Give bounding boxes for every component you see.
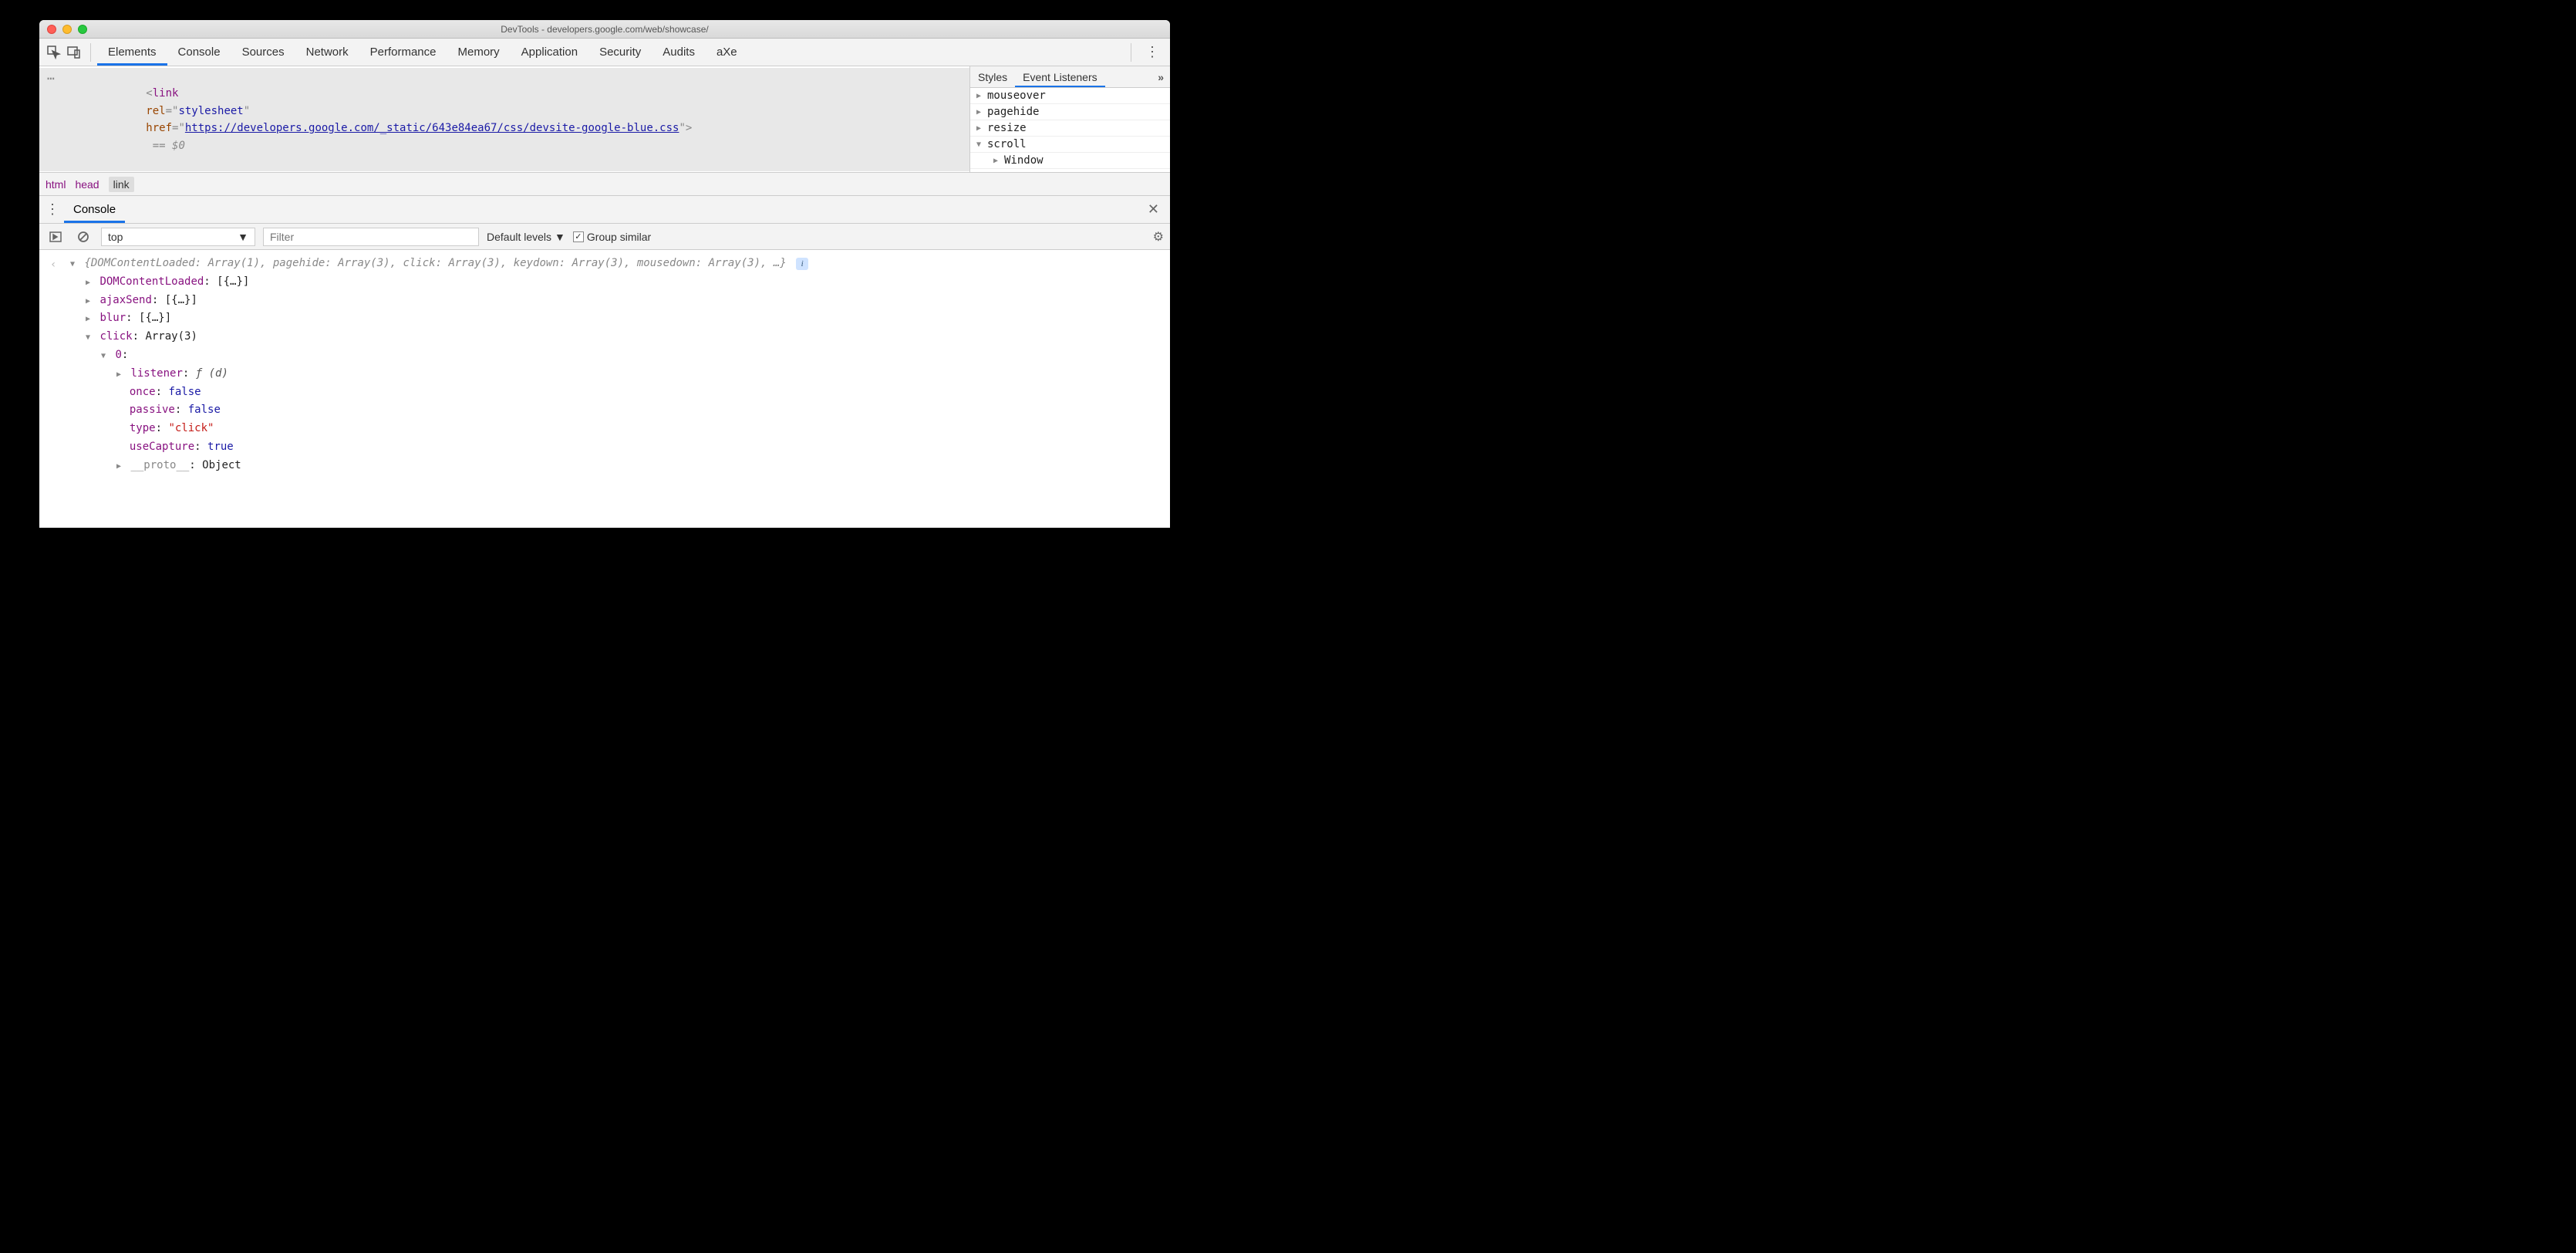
console-output[interactable]: ‹ ▼ {DOMContentLoaded: Array(1), pagehid…: [39, 250, 1170, 528]
chevron-down-icon: ▼: [238, 231, 248, 243]
tab-sources[interactable]: Sources: [231, 39, 295, 66]
event-item-pagehide[interactable]: ▶pagehide: [970, 104, 1170, 120]
tab-application[interactable]: Application: [511, 39, 588, 66]
sidebar-more-icon[interactable]: »: [1151, 71, 1170, 83]
checkbox-icon: ✓: [573, 231, 584, 242]
tab-performance[interactable]: Performance: [359, 39, 447, 66]
console-row-index[interactable]: ▼ 0:: [70, 346, 1162, 365]
console-row[interactable]: ▶ ajaxSend: [{…}]: [70, 292, 1162, 310]
console-row-type: type: "click": [70, 420, 1162, 438]
inspect-icon[interactable]: [44, 42, 64, 62]
info-icon[interactable]: i: [796, 258, 808, 270]
filter-input[interactable]: [263, 228, 479, 246]
crumb-head[interactable]: head: [75, 178, 99, 191]
group-similar-checkbox[interactable]: ✓ Group similar: [573, 231, 651, 243]
elements-row: ⋯ <link rel="stylesheet" href="https://d…: [39, 66, 1170, 173]
dom-node-selected[interactable]: <link rel="stylesheet" href="https://dev…: [39, 68, 969, 171]
event-item-mouseover[interactable]: ▶mouseover: [970, 88, 1170, 104]
console-object-summary[interactable]: ▼ {DOMContentLoaded: Array(1), pagehide:…: [70, 255, 1162, 273]
event-item-scroll[interactable]: ▼scroll: [970, 137, 1170, 153]
tab-audits[interactable]: Audits: [652, 39, 706, 66]
tab-axe[interactable]: aXe: [706, 39, 748, 66]
sidebar-tab-styles[interactable]: Styles: [970, 66, 1015, 87]
console-row-proto[interactable]: ▶ __proto__: Object: [70, 457, 1162, 475]
tab-memory[interactable]: Memory: [447, 39, 511, 66]
crumb-html[interactable]: html: [46, 178, 66, 191]
tab-network[interactable]: Network: [295, 39, 359, 66]
event-listener-list: ▶mouseover ▶pagehide ▶resize ▼scroll ▶Wi…: [970, 88, 1170, 169]
collapse-icon[interactable]: ⋯: [47, 71, 55, 86]
console-row-listener[interactable]: ▶ listener: ƒ (d): [70, 365, 1162, 383]
sidebar-tab-event-listeners[interactable]: Event Listeners: [1015, 66, 1105, 87]
console-row-usecapture: useCapture: true: [70, 438, 1162, 457]
tab-elements[interactable]: Elements: [97, 39, 167, 66]
console-row-once: once: false: [70, 383, 1162, 402]
toolbar-separator: [90, 43, 91, 62]
group-similar-label: Group similar: [587, 231, 651, 243]
device-toggle-icon[interactable]: [64, 42, 84, 62]
main-toolbar: Elements Console Sources Network Perform…: [39, 39, 1170, 66]
sidebar-tabs: Styles Event Listeners »: [970, 66, 1170, 88]
clear-console-icon[interactable]: [73, 227, 93, 247]
context-value: top: [108, 231, 123, 243]
tab-security[interactable]: Security: [588, 39, 652, 66]
kebab-menu-icon[interactable]: ⋮: [1138, 44, 1165, 60]
execution-context-icon[interactable]: [46, 227, 66, 247]
context-selector[interactable]: top ▼: [101, 228, 255, 246]
dom-node[interactable]: <link rel="search" type="application/ope…: [39, 171, 969, 172]
tab-console[interactable]: Console: [167, 39, 231, 66]
gear-icon[interactable]: ⚙: [1153, 229, 1164, 245]
event-item-window[interactable]: ▶Window: [970, 153, 1170, 169]
chevron-down-icon: ▼: [555, 231, 565, 243]
window-title: DevTools - developers.google.com/web/sho…: [39, 24, 1170, 35]
log-levels-selector[interactable]: Default levels ▼: [487, 231, 565, 243]
drawer-header: ⋮ Console ✕: [39, 196, 1170, 224]
drawer-menu-icon[interactable]: ⋮: [46, 201, 64, 218]
styles-sidebar: Styles Event Listeners » ▶mouseover ▶pag…: [969, 66, 1170, 172]
href-link[interactable]: https://developers.google.com/_static/64…: [185, 122, 679, 134]
console-row[interactable]: ▶ blur: [{…}]: [70, 309, 1162, 328]
drawer-tab-console[interactable]: Console: [64, 196, 125, 223]
panel-tabs: Elements Console Sources Network Perform…: [97, 39, 748, 66]
devtools-window: DevTools - developers.google.com/web/sho…: [39, 20, 1170, 528]
back-arrow-icon[interactable]: ‹: [50, 256, 56, 275]
dom-breadcrumb: html head link: [39, 173, 1170, 196]
titlebar: DevTools - developers.google.com/web/sho…: [39, 20, 1170, 39]
selection-marker: == $0: [146, 140, 185, 152]
crumb-link[interactable]: link: [109, 177, 134, 192]
console-row-click[interactable]: ▼ click: Array(3): [70, 328, 1162, 346]
close-icon[interactable]: ✕: [1143, 201, 1164, 218]
elements-panel[interactable]: ⋯ <link rel="stylesheet" href="https://d…: [39, 66, 969, 172]
console-row[interactable]: ▶ DOMContentLoaded: [{…}]: [70, 273, 1162, 292]
console-row-passive: passive: false: [70, 401, 1162, 420]
event-item-resize[interactable]: ▶resize: [970, 120, 1170, 137]
console-toolbar: top ▼ Default levels ▼ ✓ Group similar ⚙: [39, 224, 1170, 250]
